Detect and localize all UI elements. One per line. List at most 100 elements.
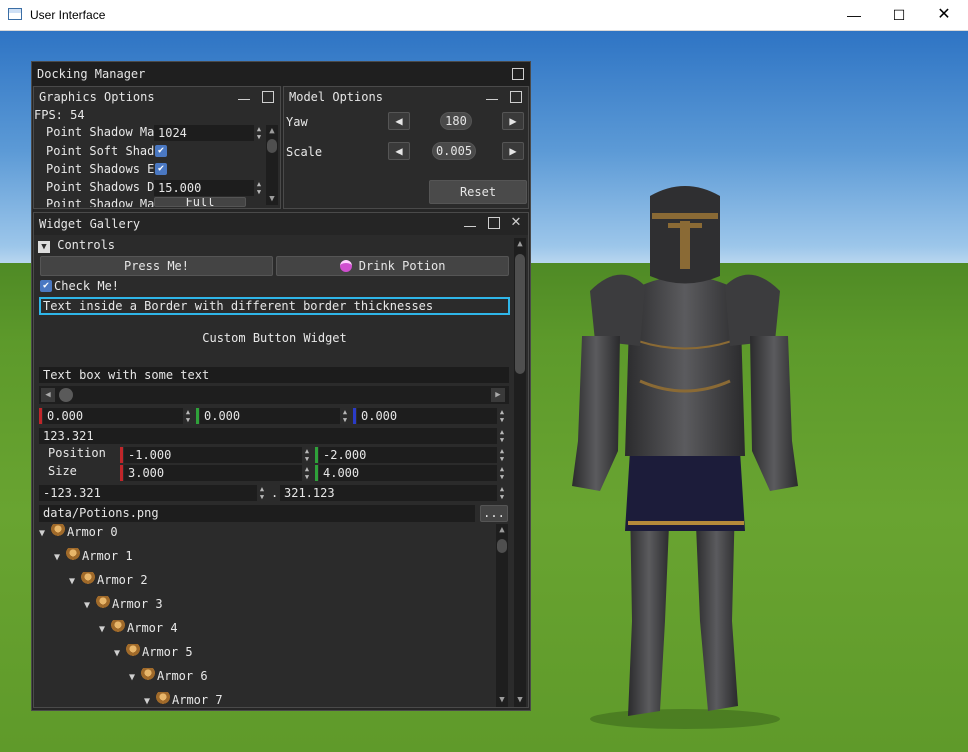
file-path-field[interactable]: data/Potions.png	[39, 505, 475, 522]
red-value-field[interactable]: 0.000	[43, 408, 183, 424]
check-me-checkbox[interactable]: ✔	[40, 280, 52, 292]
scroll-thumb[interactable]	[497, 539, 507, 553]
shadows-enabled-label: Point Shadows E	[46, 162, 155, 176]
tree-item[interactable]: ▼ Armor 7	[144, 692, 223, 707]
graphics-scrollbar[interactable]: ▲ ▼	[266, 125, 278, 205]
window-title: User Interface	[30, 8, 106, 22]
scroll-down-icon[interactable]: ▼	[496, 694, 508, 706]
docking-manager-panel[interactable]: Docking Manager Graphics Options FPS: 54…	[31, 61, 531, 711]
tree-item[interactable]: ▼ Armor 2	[69, 572, 148, 594]
scale-value[interactable]: 0.005	[432, 142, 476, 160]
text-box[interactable]: Text box with some text	[39, 367, 509, 383]
tree-item[interactable]: ▼ Armor 3	[84, 596, 163, 618]
tree-item[interactable]: ▼ Armor 5	[114, 644, 193, 666]
tree-item[interactable]: ▼ Armor 0	[39, 524, 118, 546]
tree-item-label: Armor 1	[82, 549, 133, 563]
scroll-down-icon[interactable]: ▼	[514, 694, 526, 706]
range-max-stepper[interactable]: ▲ ▼	[498, 485, 506, 501]
range-min-field[interactable]: -123.321	[39, 485, 257, 501]
position-x-stepper[interactable]: ▲ ▼	[303, 447, 311, 463]
scroll-up-icon[interactable]: ▲	[514, 238, 526, 250]
model-options-panel[interactable]: Model Options Yaw ◀ 180 ▶ Scale ◀ 0.005 …	[283, 86, 529, 209]
graphics-options-header[interactable]: Graphics Options	[34, 87, 280, 107]
maximize-icon[interactable]	[488, 217, 500, 229]
shadows-distance-field[interactable]: 15.000	[154, 180, 254, 196]
maximize-icon[interactable]	[262, 91, 274, 103]
scroll-down-icon[interactable]: ▼	[266, 193, 278, 205]
tree-item[interactable]: ▼ Armor 6	[129, 668, 208, 690]
expand-triangle-icon: ▼	[144, 696, 151, 707]
shadows-enabled-checkbox[interactable]: ✔	[155, 163, 167, 175]
widget-gallery-panel[interactable]: Widget Gallery ✕ ▼ Controls Press Me! Dr…	[33, 212, 529, 708]
drink-potion-label: Drink Potion	[358, 259, 446, 273]
graphics-options-panel[interactable]: Graphics Options FPS: 54 Point Shadow Ma…	[33, 86, 281, 209]
dock-maximize-icon[interactable]	[512, 68, 524, 80]
tree-view[interactable]: ▼ Armor 0 ▼ Armor 1 ▼ Armor 2 ▼ Armor 3 ▼ Arm…	[39, 524, 509, 707]
docking-manager-header[interactable]: Docking Manager	[32, 62, 530, 86]
soft-shadows-checkbox[interactable]: ✔	[155, 145, 167, 157]
scroll-up-icon[interactable]: ▲	[496, 524, 508, 536]
scroll-up-icon[interactable]: ▲	[266, 125, 278, 137]
app-icon	[8, 8, 22, 20]
horizontal-scrollbar[interactable]: ◀ ▶	[39, 386, 509, 404]
green-value-field[interactable]: 0.000	[200, 408, 340, 424]
blue-channel-marker	[353, 408, 356, 424]
tree-item[interactable]: ▼ Armor 1	[54, 548, 133, 570]
scroll-thumb[interactable]	[59, 388, 73, 402]
drink-potion-button[interactable]: Drink Potion	[276, 256, 509, 276]
minimize-icon[interactable]	[464, 218, 476, 227]
yaw-value[interactable]: 180	[440, 112, 472, 130]
range-max-field[interactable]: 321.123	[280, 485, 497, 501]
range-min-stepper[interactable]: ▲ ▼	[258, 485, 266, 501]
size-w-stepper[interactable]: ▲ ▼	[303, 465, 311, 481]
browse-button[interactable]: ...	[480, 505, 508, 522]
minimize-icon[interactable]	[486, 91, 498, 100]
controls-section[interactable]: ▼ Controls	[38, 238, 115, 253]
minimize-button[interactable]: —	[831, 0, 877, 30]
widget-gallery-header[interactable]: Widget Gallery ✕	[34, 213, 528, 235]
size-w-field[interactable]: 3.000	[124, 465, 302, 481]
scroll-thumb[interactable]	[267, 139, 277, 153]
size-h-field[interactable]: 4.000	[319, 465, 497, 481]
blue-value-field[interactable]: 0.000	[357, 408, 497, 424]
gallery-scrollbar[interactable]: ▲ ▼	[514, 238, 526, 707]
scroll-thumb[interactable]	[515, 254, 525, 374]
yaw-decrement-button[interactable]: ◀	[388, 112, 410, 130]
shadow-map-field[interactable]: 1024	[154, 125, 254, 141]
shadows-distance-label: Point Shadows D	[46, 180, 155, 194]
shadows-distance-stepper[interactable]: ▲ ▼	[255, 180, 263, 196]
model-options-header[interactable]: Model Options	[284, 87, 528, 107]
reset-button[interactable]: Reset	[429, 180, 527, 204]
expand-triangle-icon: ▼	[54, 552, 61, 563]
maximize-button[interactable]: ☐	[876, 0, 922, 30]
float-stepper[interactable]: ▲ ▼	[498, 428, 506, 444]
tree-item[interactable]: ▼ Armor 4	[99, 620, 178, 642]
maximize-icon[interactable]	[510, 91, 522, 103]
scale-decrement-button[interactable]: ◀	[388, 142, 410, 160]
size-h-stepper[interactable]: ▲ ▼	[498, 465, 506, 481]
scroll-right-icon[interactable]: ▶	[491, 388, 505, 402]
yaw-increment-button[interactable]: ▶	[502, 112, 524, 130]
scroll-left-icon[interactable]: ◀	[41, 388, 55, 402]
close-window-button[interactable]: ✕	[921, 0, 967, 30]
green-stepper[interactable]: ▲ ▼	[341, 408, 349, 424]
tree-scrollbar[interactable]: ▲ ▼	[496, 524, 508, 707]
tree-item-label: Armor 3	[112, 597, 163, 611]
press-me-button[interactable]: Press Me!	[40, 256, 273, 276]
tree-item-label: Armor 0	[67, 525, 118, 539]
shadow-mode-select[interactable]: Full	[154, 197, 246, 207]
shadow-mode-label: Point Shadow Ma	[46, 197, 155, 207]
position-y-field[interactable]: -2.000	[319, 447, 497, 463]
shadow-map-stepper[interactable]: ▲ ▼	[255, 125, 263, 141]
position-x-field[interactable]: -1.000	[124, 447, 302, 463]
close-icon[interactable]: ✕	[510, 213, 522, 229]
blue-stepper[interactable]: ▲ ▼	[498, 408, 506, 424]
armor-icon	[66, 548, 80, 562]
float-field[interactable]: 123.321	[39, 428, 497, 444]
minimize-icon[interactable]	[238, 91, 250, 100]
red-stepper[interactable]: ▲ ▼	[184, 408, 192, 424]
scale-increment-button[interactable]: ▶	[502, 142, 524, 160]
position-y-stepper[interactable]: ▲ ▼	[498, 447, 506, 463]
tree-item-label: Armor 7	[172, 693, 223, 707]
custom-button-widget[interactable]: Custom Button Widget	[40, 325, 509, 351]
